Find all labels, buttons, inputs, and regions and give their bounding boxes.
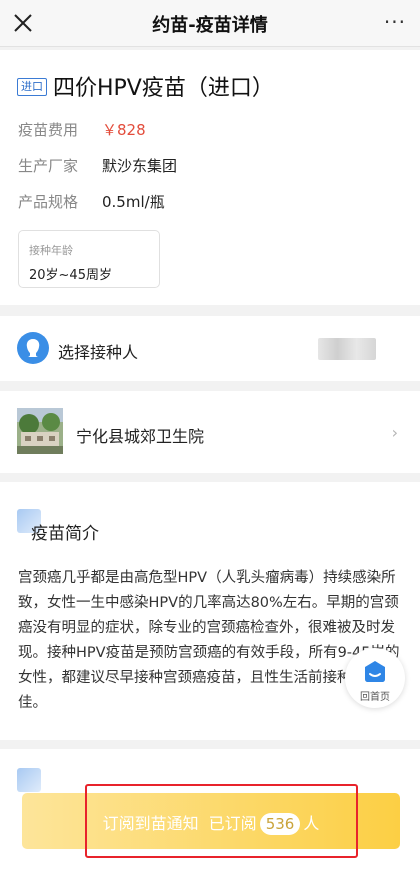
nav-bar: 约苗-疫苗详情 ···	[0, 0, 420, 47]
spec-label: 产品规格	[18, 193, 79, 211]
blurred-recipient-value	[318, 338, 376, 360]
maker-row: 生产厂家 默沙东集团	[18, 155, 177, 176]
highlight-annotation-box	[85, 784, 358, 858]
select-recipient-label: 选择接种人	[58, 343, 139, 362]
intro-title: 疫苗简介	[31, 524, 99, 544]
home-icon	[365, 661, 385, 682]
chevron-right-icon: ›	[391, 423, 398, 442]
page-title: 约苗-疫苗详情	[152, 15, 268, 36]
home-button-label: 回首页	[360, 692, 390, 703]
product-title: 四价HPV疫苗（进口）	[53, 76, 274, 101]
fee-label: 疫苗费用	[18, 121, 79, 139]
select-recipient-row[interactable]: 选择接种人	[0, 316, 420, 381]
maker-value: 默沙东集团	[102, 157, 178, 175]
age-box: 接种年龄 20岁~45周岁	[18, 230, 160, 288]
hospital-photo	[17, 408, 63, 454]
intro-text: 宫颈癌几乎都是由高危型HPV（人乳头瘤病毒）持续感染所致，女性一生中感染HPV的…	[18, 570, 400, 711]
hospital-row[interactable]: 宁化县城郊卫生院 ›	[0, 391, 420, 473]
maker-label: 生产厂家	[18, 157, 79, 175]
spec-value: 0.5ml/瓶	[102, 193, 165, 211]
fee-row: 疫苗费用 ￥828	[18, 119, 146, 140]
section-square-icon	[17, 768, 41, 792]
age-label: 接种年龄	[29, 244, 73, 257]
import-badge: 进口	[17, 78, 47, 96]
spec-row: 产品规格 0.5ml/瓶	[18, 191, 165, 212]
home-button[interactable]: 回首页	[345, 648, 405, 708]
person-icon	[17, 332, 49, 364]
age-value: 20岁~45周岁	[29, 268, 112, 283]
hospital-name: 宁化县城郊卫生院	[76, 427, 205, 446]
more-menu-button[interactable]: ···	[384, 10, 406, 34]
fee-value: ￥828	[102, 121, 146, 139]
